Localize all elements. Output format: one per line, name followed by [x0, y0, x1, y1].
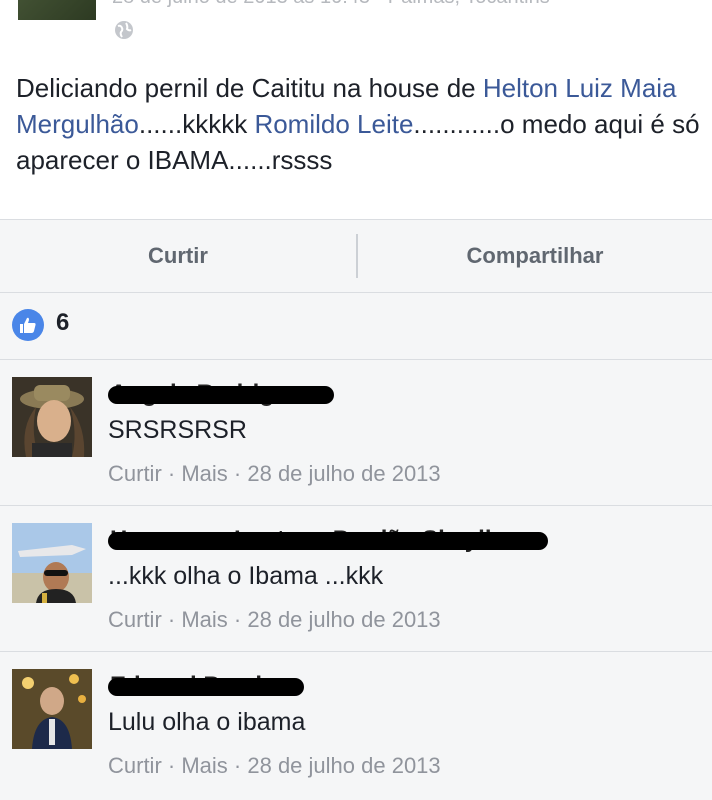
comment-like-link[interactable]: Curtir: [108, 607, 162, 632]
comment-like-link[interactable]: Curtir: [108, 461, 162, 486]
comment-text: SRSRSRSR: [108, 416, 247, 444]
mention-link-romildo[interactable]: Romildo Leite: [254, 109, 413, 139]
meta-separator: ·: [227, 461, 248, 486]
author-avatar[interactable]: [18, 0, 96, 20]
comment-text: Lulu olha o ibama: [108, 708, 306, 736]
commenter-avatar[interactable]: [12, 523, 92, 603]
meta-separator: ·: [161, 461, 182, 486]
comment-item: Angela Rodrigues SRSRSRSR Curtir · Mais …: [0, 360, 712, 506]
commenter-name[interactable]: Angela Rodrigues: [108, 380, 338, 408]
share-button[interactable]: Compartilhar: [358, 220, 712, 292]
comment-date[interactable]: 28 de julho de 2013: [247, 461, 440, 486]
comment-text: ...kkk olha o Ibama ...kkk: [108, 562, 384, 590]
comment-date[interactable]: 28 de julho de 2013: [247, 607, 440, 632]
post-text-part: Deliciando pernil de Caititu na house de: [16, 73, 483, 103]
name-redaction: [108, 386, 334, 404]
like-button[interactable]: Curtir: [0, 220, 356, 292]
comment-more-link[interactable]: Mais: [181, 753, 227, 778]
post-timestamp-location[interactable]: 28 de julho de 2013 às 10:43 · Palmas, T…: [112, 0, 550, 9]
commenter-name[interactable]: Edward Pereira: [108, 672, 304, 700]
comment-date[interactable]: 28 de julho de 2013: [247, 753, 440, 778]
post-action-bar: Curtir Compartilhar: [0, 219, 712, 293]
post-text-part: ......kkkkk: [138, 109, 255, 139]
comment-more-link[interactable]: Mais: [181, 461, 227, 486]
commenter-avatar[interactable]: [12, 377, 92, 457]
comment-meta: Curtir · Mais · 28 de julho de 2013: [108, 753, 441, 779]
post-text: Deliciando pernil de Caititu na house de…: [16, 70, 706, 178]
post-header: 28 de julho de 2013 às 10:43 · Palmas, T…: [0, 0, 712, 50]
comment-meta: Curtir · Mais · 28 de julho de 2013: [108, 461, 441, 487]
meta-separator: ·: [227, 753, 248, 778]
thumbs-up-icon: [12, 309, 44, 341]
comment-item: Edward Pereira Lulu olha o ibama Curtir …: [0, 652, 712, 798]
bottom-edge: [0, 796, 712, 800]
commenter-name[interactable]: Hermeson Lustosa Perrião Skeyllo: [108, 526, 548, 554]
meta-separator: ·: [161, 607, 182, 632]
commenter-avatar[interactable]: [12, 669, 92, 749]
comment-like-link[interactable]: Curtir: [108, 753, 162, 778]
meta-separator: ·: [161, 753, 182, 778]
comment-more-link[interactable]: Mais: [181, 607, 227, 632]
name-redaction: [108, 678, 304, 696]
globe-icon: [115, 21, 133, 39]
like-count: 6: [56, 309, 70, 336]
reactions-summary[interactable]: 6: [0, 293, 712, 360]
name-redaction: [108, 532, 548, 550]
comment-meta: Curtir · Mais · 28 de julho de 2013: [108, 607, 441, 633]
comment-item: Hermeson Lustosa Perrião Skeyllo ...kkk …: [0, 506, 712, 652]
meta-separator: ·: [227, 607, 248, 632]
